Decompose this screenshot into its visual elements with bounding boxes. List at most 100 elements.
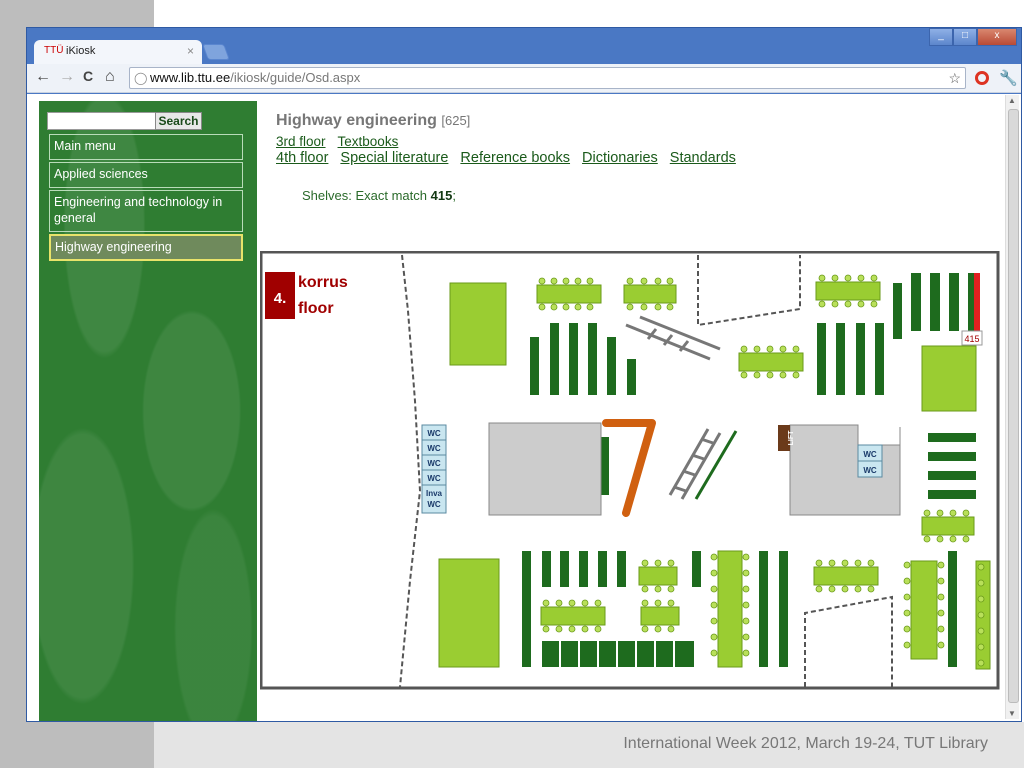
inva-wc-label: WC bbox=[427, 500, 441, 509]
shelves-prefix: Shelves: Exact match bbox=[302, 188, 431, 203]
shelf bbox=[911, 273, 921, 331]
close-window-button[interactable]: x bbox=[977, 28, 1017, 46]
subject-heading: Highway engineering bbox=[276, 112, 437, 129]
vertical-scrollbar[interactable]: ▲ ▼ bbox=[1005, 95, 1019, 719]
shelf bbox=[530, 337, 539, 395]
link-special-literature[interactable]: Special literature bbox=[340, 150, 448, 166]
shelf bbox=[569, 323, 578, 395]
url-host: www.lib.ttu.ee bbox=[150, 70, 231, 85]
scroll-thumb[interactable] bbox=[1008, 109, 1019, 703]
restore-button[interactable]: □ bbox=[953, 28, 977, 46]
shelf bbox=[928, 490, 976, 499]
wc-label: WC bbox=[427, 459, 441, 468]
shelf bbox=[627, 359, 636, 395]
floor-plan-map: 4. korrus floor 415 LIFT WC WC WC WC Inv… bbox=[259, 250, 1000, 690]
menu-item-applied-sciences[interactable]: Applied sciences bbox=[49, 162, 243, 188]
shelf bbox=[968, 273, 974, 331]
tab-close-icon[interactable]: × bbox=[187, 44, 194, 58]
table-row-block bbox=[813, 566, 879, 586]
scroll-down-icon[interactable]: ▼ bbox=[1008, 709, 1016, 718]
shelves-suffix: ; bbox=[452, 188, 456, 203]
shelf bbox=[522, 551, 531, 667]
menu-item-engineering-technology[interactable]: Engineering and technology in general bbox=[49, 190, 243, 232]
table-row-block bbox=[921, 516, 975, 536]
table-column-block bbox=[717, 550, 743, 668]
scroll-up-icon[interactable]: ▲ bbox=[1008, 96, 1016, 105]
shelf bbox=[817, 323, 826, 395]
shelf bbox=[928, 471, 976, 480]
url-text: www.lib.ttu.ee/ikiosk/guide/Osd.aspx bbox=[150, 68, 360, 88]
inva-wc-label: Inva bbox=[426, 489, 443, 498]
shelf bbox=[598, 551, 607, 587]
shelf bbox=[893, 283, 902, 339]
shelf bbox=[928, 433, 976, 442]
link-textbooks[interactable]: Textbooks bbox=[338, 134, 399, 149]
shelves-info: Shelves: Exact match 415; bbox=[302, 188, 456, 203]
shelf bbox=[836, 323, 845, 395]
shelf bbox=[601, 437, 609, 495]
shelf bbox=[856, 323, 865, 395]
shelf bbox=[949, 273, 959, 331]
link-reference-books[interactable]: Reference books bbox=[460, 150, 570, 166]
browser-toolbar: ← → C ⌂ ◯ www.lib.ttu.ee/ikiosk/guide/Os… bbox=[27, 64, 1021, 93]
forward-arrow-icon[interactable]: → bbox=[59, 68, 75, 86]
menu-item-main-menu[interactable]: Main menu bbox=[49, 134, 243, 160]
table-row-block bbox=[640, 606, 680, 626]
shelf-415-highlight bbox=[974, 273, 980, 331]
page-info-icon[interactable]: ◯ bbox=[134, 68, 147, 88]
link-dictionaries[interactable]: Dictionaries bbox=[582, 150, 658, 166]
wrench-menu-icon[interactable]: 🔧 bbox=[999, 69, 1018, 87]
shelf bbox=[579, 551, 588, 587]
menu-item-highway-engineering[interactable]: Highway engineering bbox=[49, 234, 243, 261]
table-row-block bbox=[536, 284, 602, 304]
page-viewport: Search Main menu Applied sciences Engine… bbox=[27, 94, 1021, 721]
shelf bbox=[607, 337, 616, 395]
shelf bbox=[542, 551, 551, 587]
floor3-links: 3rd floor Textbooks bbox=[276, 134, 748, 149]
search-button[interactable]: Search bbox=[155, 112, 202, 130]
shelf-tag-415: 415 bbox=[964, 334, 979, 344]
bookmark-star-icon[interactable]: ☆ bbox=[948, 68, 961, 88]
search-input[interactable] bbox=[47, 112, 157, 130]
shelves-match: 415 bbox=[430, 188, 453, 203]
wc-label: WC bbox=[427, 429, 441, 438]
opera-extension-icon[interactable] bbox=[975, 71, 989, 85]
room-center-left bbox=[488, 422, 602, 516]
wc-label: WC bbox=[427, 444, 441, 453]
wc-label: WC bbox=[863, 450, 877, 459]
table-row-block bbox=[540, 606, 606, 626]
floor-label-et: korrus bbox=[298, 274, 348, 291]
tab-title: iKiosk bbox=[66, 45, 96, 57]
shelf bbox=[928, 452, 976, 461]
reload-icon[interactable]: C bbox=[83, 68, 93, 84]
shelf bbox=[617, 551, 626, 587]
url-path: /ikiosk/guide/Osd.aspx bbox=[230, 70, 361, 85]
window-controls: _ □ x bbox=[929, 28, 1017, 46]
link-3rd-floor[interactable]: 3rd floor bbox=[276, 134, 326, 149]
shelf bbox=[759, 551, 768, 667]
table-block bbox=[438, 558, 500, 668]
browser-window: TTÜ iKiosk × _ □ x ← → C ⌂ ◯ www.lib.ttu… bbox=[26, 27, 1022, 722]
floor4-links: 4th floor Special literature Reference boo… bbox=[276, 150, 748, 166]
sidebar: Search Main menu Applied sciences Engine… bbox=[39, 101, 257, 721]
floor-plan: 4. korrus floor 415 LIFT WC WC WC WC Inv… bbox=[259, 250, 1000, 696]
table-row-block bbox=[815, 281, 881, 301]
floor-label-en: floor bbox=[298, 300, 334, 317]
tab-ikiosk[interactable]: TTÜ iKiosk × bbox=[34, 40, 202, 64]
lift-label: LIFT bbox=[788, 430, 795, 445]
table-block bbox=[449, 282, 507, 366]
back-arrow-icon[interactable]: ← bbox=[35, 68, 51, 86]
address-bar[interactable]: ◯ www.lib.ttu.ee/ikiosk/guide/Osd.aspx ☆ bbox=[129, 67, 966, 89]
home-icon[interactable]: ⌂ bbox=[105, 68, 115, 86]
minimize-button[interactable]: _ bbox=[929, 28, 953, 46]
link-4th-floor[interactable]: 4th floor bbox=[276, 150, 328, 166]
table-row-block bbox=[738, 352, 804, 372]
link-standards[interactable]: Standards bbox=[670, 150, 736, 166]
favicon-icon: TTÜ bbox=[44, 45, 64, 56]
new-tab-button[interactable] bbox=[202, 44, 230, 60]
main-content: Highway engineering [625] 3rd floor Textb… bbox=[276, 112, 748, 203]
shelf bbox=[692, 551, 701, 587]
item-count: [625] bbox=[441, 113, 471, 128]
table-column-block bbox=[910, 560, 938, 660]
page-title: Highway engineering [625] bbox=[276, 112, 748, 130]
